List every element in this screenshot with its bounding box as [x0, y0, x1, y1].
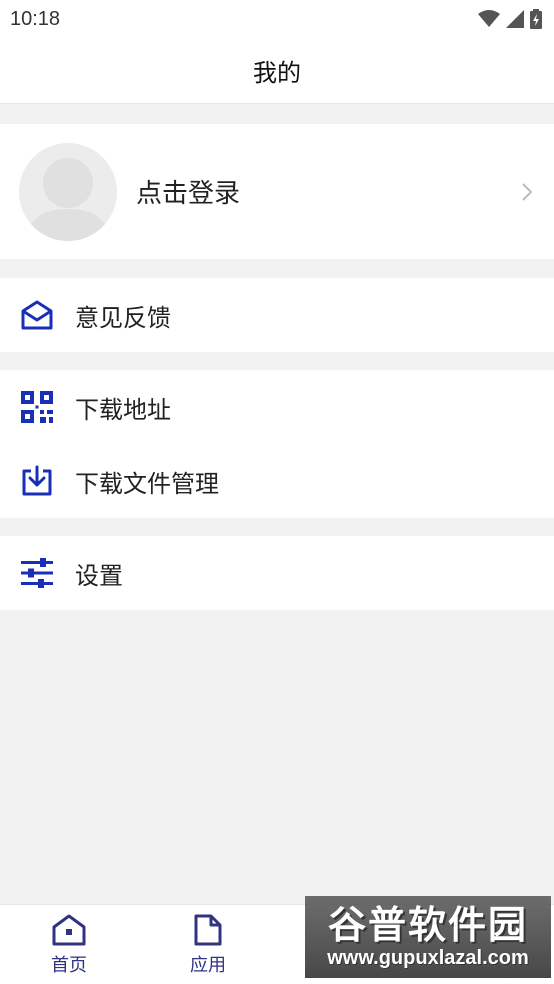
page-title: 我的 — [253, 59, 301, 87]
menu-item-settings[interactable]: 设置 — [0, 536, 554, 610]
watermark-title: 谷普软件园 — [327, 903, 528, 947]
login-row[interactable]: 点击登录 — [0, 124, 554, 259]
signal-icon — [506, 10, 524, 28]
menu-item-download-manager[interactable]: 下载文件管理 — [0, 444, 554, 518]
home-icon — [52, 914, 86, 946]
status-time: 10:18 — [10, 7, 61, 30]
document-icon — [194, 914, 222, 946]
title-bar: 我的 — [0, 38, 554, 104]
status-bar: 10:18 — [0, 0, 554, 38]
download-section: 下载地址 下载文件管理 — [0, 370, 554, 518]
qr-code-icon — [20, 390, 54, 424]
menu-item-label: 设置 — [75, 561, 123, 590]
watermark-url: www.gupuxlazal.com — [327, 947, 529, 969]
tab-home[interactable]: 首页 — [19, 905, 119, 984]
menu-item-label: 下载文件管理 — [75, 469, 219, 498]
tab-label: 首页 — [51, 955, 87, 976]
tab-apps[interactable]: 应用 — [158, 905, 258, 984]
avatar — [19, 142, 117, 241]
mail-icon — [20, 298, 54, 332]
watermark-overlay: 谷普软件园 www.gupuxlazal.com — [305, 896, 551, 978]
chevron-right-icon — [522, 182, 533, 201]
feedback-section: 意见反馈 — [0, 278, 554, 352]
tab-label: 应用 — [190, 955, 226, 976]
user-placeholder-icon — [25, 157, 111, 241]
menu-item-label: 意见反馈 — [75, 303, 171, 332]
download-icon — [20, 464, 54, 498]
wifi-icon — [478, 10, 500, 27]
menu-item-feedback[interactable]: 意见反馈 — [0, 278, 554, 352]
menu-item-download-address[interactable]: 下载地址 — [0, 370, 554, 444]
menu-item-label: 下载地址 — [75, 395, 171, 424]
battery-icon — [530, 9, 542, 29]
settings-section: 设置 — [0, 536, 554, 610]
sliders-icon — [20, 556, 54, 590]
status-icons — [478, 9, 542, 29]
login-label: 点击登录 — [136, 179, 241, 209]
